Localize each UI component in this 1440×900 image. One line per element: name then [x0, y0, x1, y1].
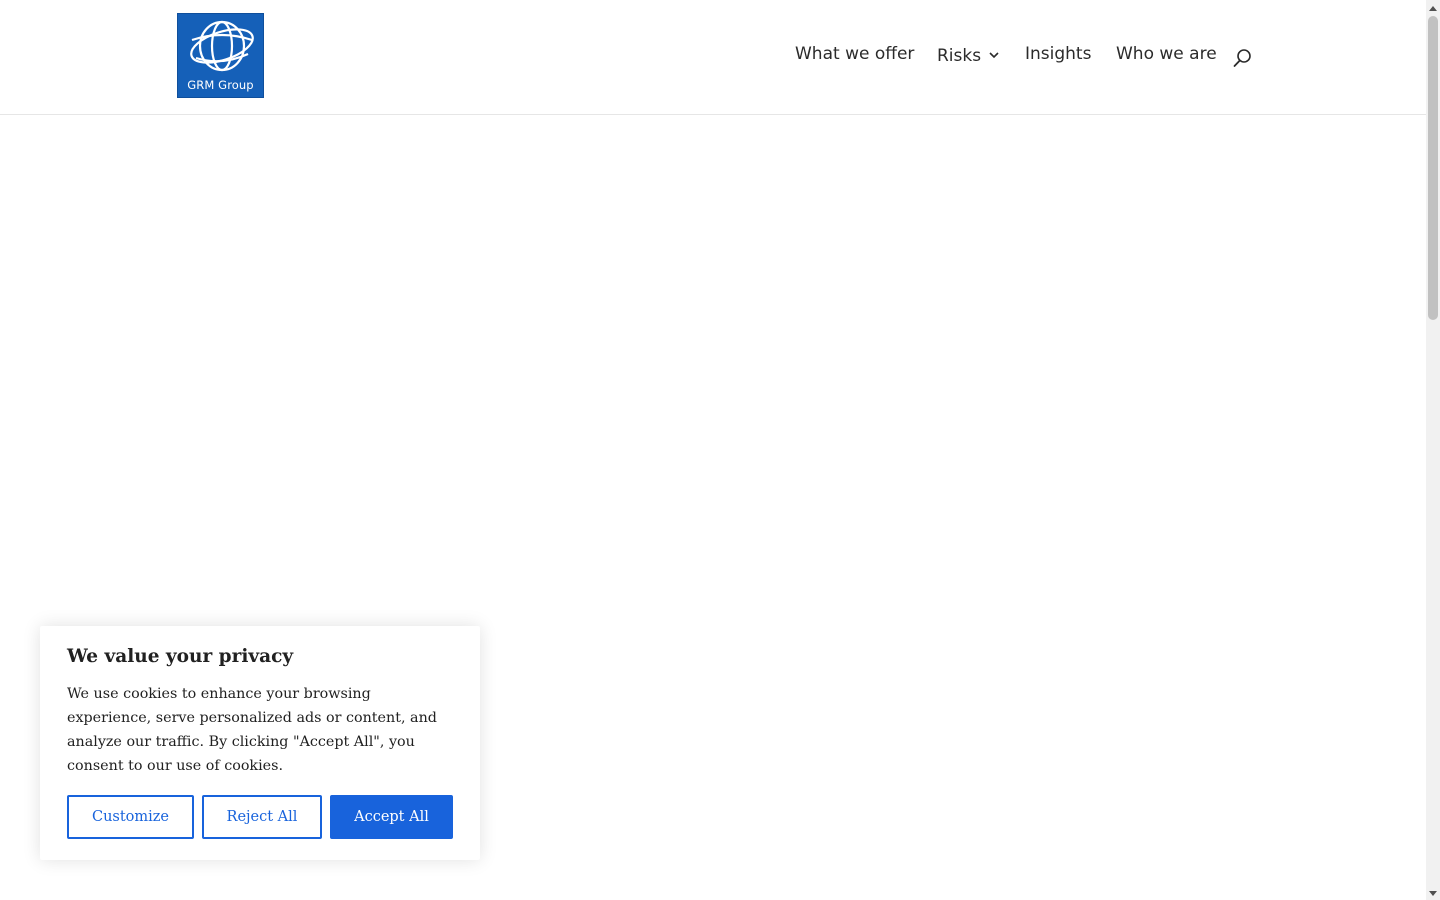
vertical-scrollbar[interactable] — [1426, 0, 1440, 900]
page: GRM Group What we offer Risks Insights W… — [0, 0, 1440, 900]
scrollbar-thumb[interactable] — [1428, 16, 1438, 320]
nav-item-label: Insights — [1025, 44, 1092, 64]
customize-button[interactable]: Customize — [67, 795, 194, 839]
cookie-consent-banner: We value your privacy We use cookies to … — [40, 626, 480, 860]
nav-item-insights[interactable]: Insights — [1025, 44, 1091, 64]
reject-all-button[interactable]: Reject All — [202, 795, 322, 839]
nav-item-who-we-are[interactable]: Who we are — [1116, 44, 1217, 64]
cookie-banner-description: We use cookies to enhance your browsing … — [67, 686, 437, 774]
nav-item-label: Risks — [937, 46, 982, 66]
search-button[interactable] — [1231, 46, 1255, 70]
accept-all-button[interactable]: Accept All — [330, 795, 453, 839]
nav-item-risks[interactable]: Risks — [937, 44, 999, 66]
scroll-down-arrow-icon[interactable] — [1426, 886, 1440, 900]
scroll-up-arrow-icon[interactable] — [1426, 0, 1440, 14]
chevron-down-icon — [989, 44, 999, 64]
site-header: GRM Group What we offer Risks Insights W… — [0, 0, 1426, 115]
nav-item-what-we-offer[interactable]: What we offer — [795, 44, 914, 64]
nav-item-label: Who we are — [1116, 44, 1217, 64]
logo-text: GRM Group — [187, 78, 254, 92]
cookie-banner-title: We value your privacy — [67, 646, 294, 667]
grm-group-logo[interactable]: GRM Group — [177, 13, 264, 98]
search-icon — [1233, 49, 1251, 67]
nav-item-label: What we offer — [795, 44, 915, 64]
